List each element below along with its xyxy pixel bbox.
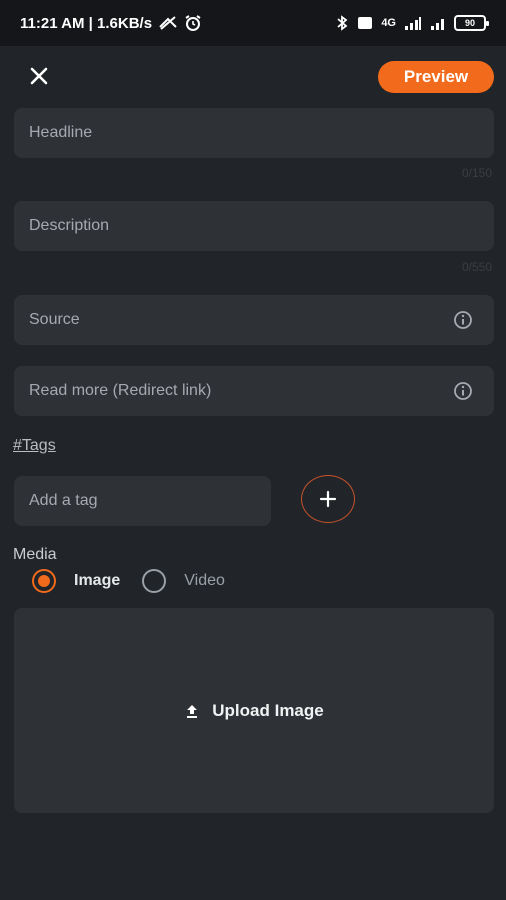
upload-icon	[187, 704, 198, 718]
video-option-label[interactable]: Video	[184, 572, 225, 590]
status-right: 4G 90	[335, 15, 489, 31]
source-field[interactable]: Source	[14, 295, 494, 345]
add-tag-button[interactable]	[301, 475, 355, 523]
upload-image-label: Upload Image	[212, 700, 324, 720]
preview-button[interactable]: Preview	[378, 61, 494, 93]
headline-counter: 0/150	[461, 166, 492, 180]
image-radio[interactable]	[32, 569, 56, 593]
status-left: 11:21 AM | 1.6KB/s	[20, 14, 202, 32]
headline-field[interactable]: Headline	[14, 108, 494, 158]
battery-icon: 90	[454, 15, 489, 31]
signal-icon-2	[430, 16, 446, 30]
description-placeholder: Description	[29, 217, 110, 234]
radio-dot	[38, 575, 50, 587]
status-bar: 11:21 AM | 1.6KB/s 4G 90	[0, 0, 506, 46]
source-placeholder: Source	[29, 311, 80, 328]
description-field[interactable]: Description	[14, 201, 494, 251]
upload-image-area[interactable]: Upload Image	[14, 608, 494, 813]
close-icon	[30, 67, 48, 85]
battery-level: 90	[464, 18, 475, 28]
tags-label: #Tags	[13, 437, 56, 454]
info-icon[interactable]	[452, 309, 474, 331]
read-more-field[interactable]: Read more (Redirect link)	[14, 366, 494, 416]
video-radio[interactable]	[142, 569, 167, 593]
media-label: Media	[13, 546, 57, 563]
sim-icon	[357, 16, 373, 30]
data-saver-icon	[158, 15, 178, 31]
read-more-placeholder: Read more (Redirect link)	[29, 382, 212, 399]
bluetooth-icon	[335, 15, 349, 31]
tag-input[interactable]: Add a tag	[14, 476, 271, 526]
status-time: 11:21 AM | 1.6KB/s	[20, 14, 153, 32]
description-counter: 0/550	[461, 260, 492, 274]
media-type-selector: Image Video	[32, 568, 247, 594]
signal-icon	[404, 16, 422, 30]
alarm-icon	[184, 14, 202, 32]
network-type: 4G	[381, 17, 396, 29]
plus-icon	[319, 490, 337, 508]
info-icon[interactable]	[452, 380, 474, 402]
headline-placeholder: Headline	[29, 124, 93, 141]
image-option-label[interactable]: Image	[74, 572, 120, 590]
close-button[interactable]	[26, 63, 52, 89]
upload-inner: Upload Image	[184, 700, 324, 721]
tag-placeholder: Add a tag	[29, 492, 98, 509]
